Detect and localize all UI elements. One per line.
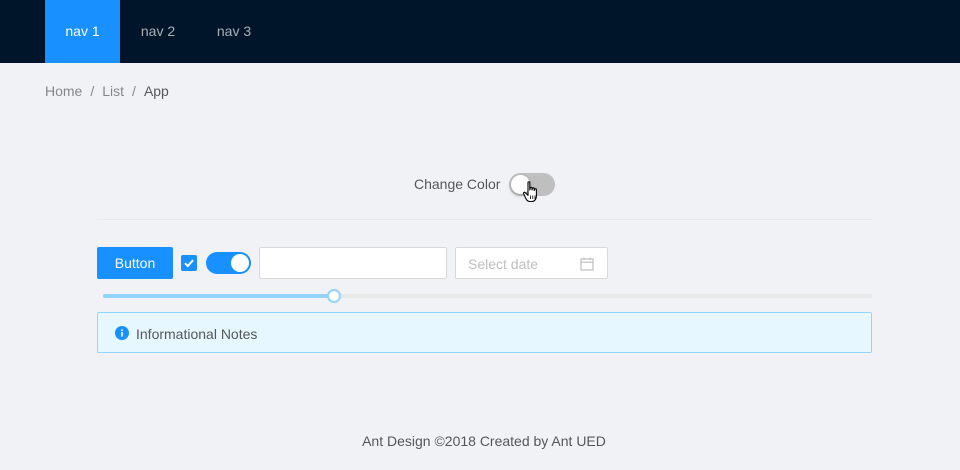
slider-handle[interactable]	[327, 289, 341, 303]
date-picker[interactable]: Select date	[455, 247, 608, 279]
nav-item-3[interactable]: nav 3	[196, 0, 272, 63]
slider[interactable]	[97, 286, 872, 304]
slider-track	[103, 294, 334, 298]
check-icon	[184, 259, 194, 268]
hand-pointer-icon	[522, 181, 537, 203]
info-alert: Informational Notes	[97, 312, 872, 353]
info-circle-icon	[115, 326, 129, 340]
nav-item-2[interactable]: nav 2	[120, 0, 196, 63]
checkbox[interactable]	[181, 255, 197, 271]
top-header: nav 1 nav 2 nav 3	[0, 0, 960, 63]
divider	[97, 219, 872, 220]
toggle-switch[interactable]	[206, 252, 251, 274]
text-input[interactable]	[259, 247, 447, 279]
breadcrumb-separator: /	[132, 83, 136, 99]
breadcrumb-app: App	[143, 83, 169, 99]
nav-item-1[interactable]: nav 1	[45, 0, 120, 63]
change-color-label: Change Color	[414, 176, 501, 192]
switch-knob	[231, 254, 249, 272]
breadcrumb-home[interactable]: Home	[45, 83, 82, 99]
date-placeholder: Select date	[468, 256, 539, 272]
primary-button[interactable]: Button	[97, 247, 173, 279]
calendar-icon	[580, 257, 594, 271]
breadcrumb: Home / List / App	[45, 83, 169, 99]
footer-text: Ant Design ©2018 Created by Ant UED	[362, 433, 606, 449]
alert-message: Informational Notes	[136, 326, 258, 342]
breadcrumb-list[interactable]: List	[102, 83, 124, 99]
breadcrumb-separator: /	[90, 83, 95, 99]
